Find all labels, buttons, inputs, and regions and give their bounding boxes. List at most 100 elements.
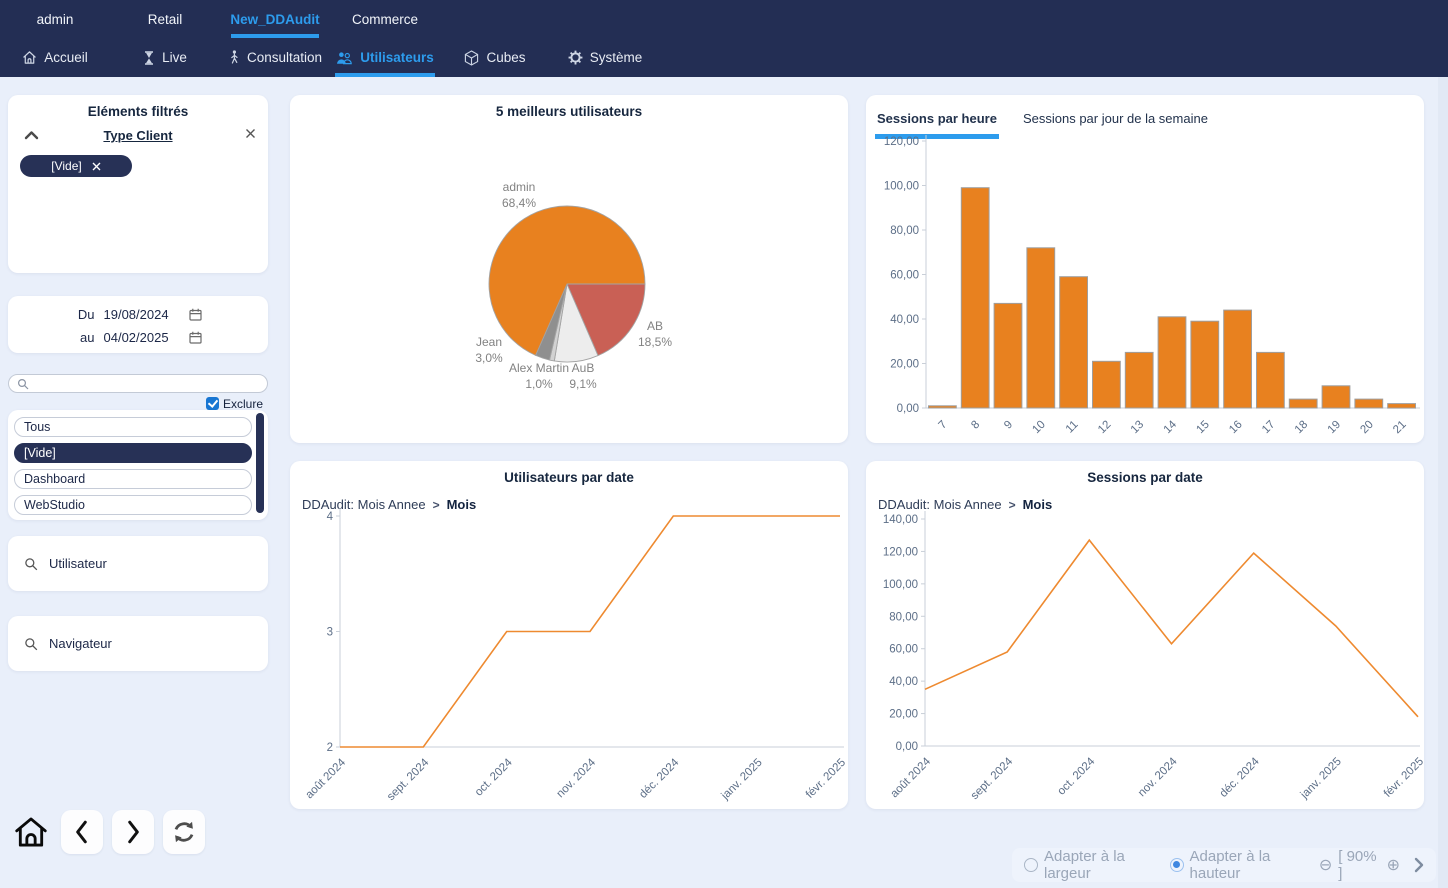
svg-text:60,00: 60,00 (890, 270, 919, 282)
workspace-tabs: admin Retail New_DDAudit Commerce (0, 0, 440, 38)
svg-text:140,00: 140,00 (883, 514, 918, 526)
filtered-elements-title: Eléments filtrés (8, 104, 268, 119)
zoom-level: [ 90% ] (1338, 848, 1380, 882)
bar-16 (1224, 310, 1252, 408)
utilisateur-search-panel[interactable]: Utilisateur (8, 536, 268, 591)
walking-person-icon (228, 50, 240, 65)
svg-text:18: 18 (1293, 419, 1311, 437)
cube-icon (464, 50, 479, 66)
search-icon (17, 378, 29, 390)
bar-17 (1257, 352, 1285, 408)
chip-close-icon[interactable] (92, 162, 101, 171)
dashboard-root: { "nav": { "projects": ["admin", "Retail… (0, 0, 1448, 888)
calendar-icon[interactable] (189, 308, 202, 321)
sessions-by-date-panel: Sessions par date DDAudit: Mois Annee > … (866, 461, 1424, 809)
filter-chip-vide[interactable]: [Vide] (20, 155, 132, 177)
forward-button[interactable] (112, 810, 154, 854)
navigation-buttons (10, 808, 205, 856)
bar-20 (1355, 399, 1383, 408)
navigateur-search-panel[interactable]: Navigateur (8, 616, 268, 671)
svg-text:13: 13 (1129, 419, 1147, 437)
svg-text:août 2024: août 2024 (303, 756, 348, 801)
calendar-icon[interactable] (189, 331, 202, 344)
filter-chip-label: [Vide] (51, 159, 81, 173)
svg-text:3: 3 (327, 627, 333, 639)
svg-text:60,00: 60,00 (889, 644, 918, 656)
filtered-elements-panel: Eléments filtrés Type Client [Vide] (8, 95, 268, 273)
fit-height-label: Adapter à la hauteur (1190, 848, 1313, 882)
utilisateur-label: Utilisateur (49, 556, 107, 571)
menu-item-utilisateurs[interactable]: Utilisateurs (330, 38, 440, 77)
bar-21 (1388, 404, 1416, 409)
zoom-in-icon[interactable]: ⊕ (1387, 855, 1400, 875)
gear-icon (568, 50, 583, 65)
navigateur-label: Navigateur (49, 636, 112, 651)
svg-text:sept. 2024: sept. 2024 (385, 756, 432, 803)
bar-18 (1289, 399, 1317, 408)
menu-item-live[interactable]: Live (110, 38, 220, 77)
svg-text:19: 19 (1326, 419, 1344, 437)
exclude-checkbox[interactable] (206, 397, 219, 410)
svg-text:déc. 2024: déc. 2024 (1218, 755, 1263, 800)
bar-14 (1158, 317, 1186, 408)
workspace-tab-new-ddaudit[interactable]: New_DDAudit (220, 0, 330, 38)
list-item-tous[interactable]: Tous (14, 417, 252, 437)
back-button[interactable] (61, 810, 103, 854)
bar-19 (1322, 386, 1350, 408)
menu-item-systeme[interactable]: Système (550, 38, 660, 77)
menu-item-label: Consultation (247, 50, 322, 65)
list-item-webstudio[interactable]: WebStudio (14, 495, 252, 515)
type-search-input[interactable] (8, 374, 268, 393)
list-item-vide[interactable]: [Vide] (14, 443, 252, 463)
exclude-row: Exclure (8, 396, 268, 411)
svg-text:8: 8 (969, 419, 982, 432)
svg-text:17: 17 (1260, 419, 1278, 437)
svg-text:sept. 2024: sept. 2024 (969, 755, 1016, 802)
line-series (340, 516, 840, 747)
filter-group-label[interactable]: Type Client (8, 128, 268, 143)
home-icon (22, 50, 37, 65)
workspace-tab-admin[interactable]: admin (0, 0, 110, 38)
svg-text:nov. 2024: nov. 2024 (555, 756, 599, 800)
svg-text:7: 7 (937, 419, 950, 432)
close-icon[interactable] (245, 128, 256, 139)
bar-15 (1191, 321, 1219, 408)
workspace-tab-commerce[interactable]: Commerce (330, 0, 440, 38)
svg-text:80,00: 80,00 (889, 611, 918, 623)
list-scrollbar[interactable] (256, 413, 264, 513)
menu-item-label: Cubes (486, 50, 525, 65)
refresh-icon[interactable] (163, 810, 205, 854)
date-from-input[interactable]: 19/08/2024 (104, 307, 180, 322)
date-to-input[interactable]: 04/02/2025 (104, 330, 180, 345)
menu-item-consultation[interactable]: Consultation (220, 38, 330, 77)
workspace-tab-retail[interactable]: Retail (110, 0, 220, 38)
chevron-right-icon[interactable] (1414, 857, 1424, 873)
home-button[interactable] (10, 810, 52, 854)
sessions-per-hour-panel: Sessions par heure Sessions par jour de … (866, 95, 1424, 443)
filter-group-row: Type Client (8, 128, 268, 148)
bar-7 (929, 406, 957, 408)
search-icon (24, 557, 38, 571)
fit-width-radio[interactable] (1024, 858, 1038, 872)
date-from-label: Du (75, 307, 95, 322)
svg-text:11: 11 (1064, 419, 1081, 436)
date-from-row: Du 19/08/2024 (8, 306, 268, 322)
bar-10 (1027, 248, 1055, 408)
zoom-out-icon[interactable]: ⊖ (1319, 855, 1332, 875)
svg-text:21: 21 (1391, 419, 1409, 437)
menu-item-cubes[interactable]: Cubes (440, 38, 550, 77)
menu-item-accueil[interactable]: Accueil (0, 38, 110, 77)
svg-text:févr. 2025: févr. 2025 (804, 757, 848, 801)
svg-text:oct. 2024: oct. 2024 (1056, 755, 1098, 797)
fit-height-radio[interactable] (1170, 858, 1184, 872)
exclude-label: Exclure (223, 397, 263, 411)
bar-12 (1093, 361, 1121, 408)
menu-item-label: Utilisateurs (360, 50, 434, 65)
line-series (925, 540, 1418, 717)
list-item-dashboard[interactable]: Dashboard (14, 469, 252, 489)
page-scrollbar[interactable] (1438, 77, 1448, 888)
pie-label-ab: AB18,5% (631, 319, 679, 350)
svg-text:80,00: 80,00 (890, 225, 919, 237)
svg-text:16: 16 (1227, 419, 1245, 437)
menu-item-label: Accueil (44, 50, 88, 65)
